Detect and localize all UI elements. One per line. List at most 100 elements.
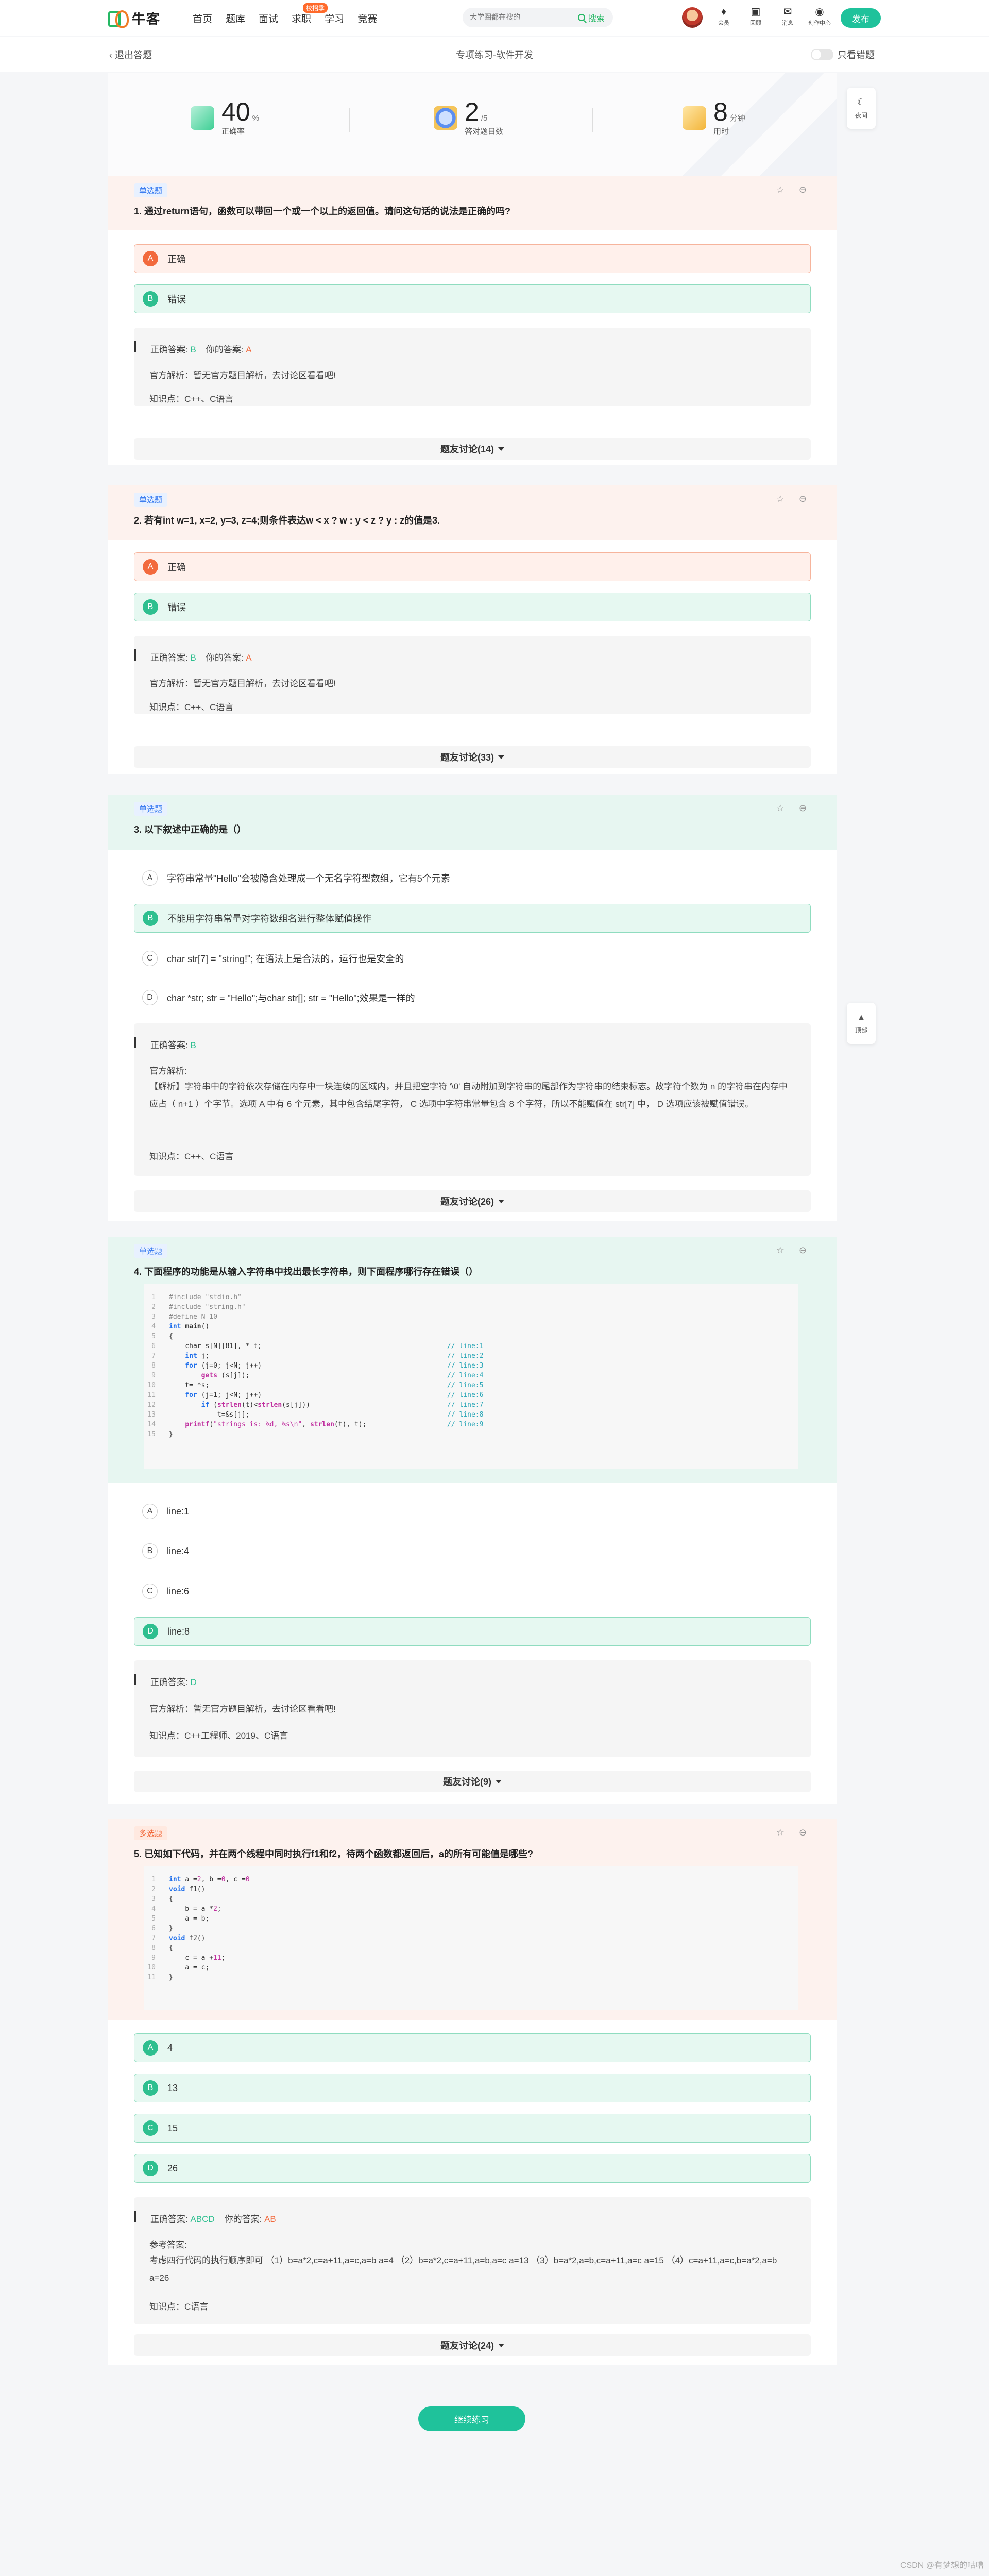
more-icon[interactable]: ⊖	[799, 184, 807, 195]
stat-answered: 2/5 答对题目数	[434, 99, 503, 137]
knowledge-points: 知识点：C++、C语言	[149, 702, 234, 712]
option-a[interactable]: Aline:1	[134, 1497, 811, 1526]
knowledge-points: 知识点：C++、C语言	[149, 1152, 234, 1161]
question-header: 单选题 ☆ ⊖ 1. 通过return语句，函数可以带回一个或一个以上的返回值。请…	[108, 176, 837, 230]
nav-contest[interactable]: 竞赛	[357, 11, 377, 25]
nav-question-bank[interactable]: 题库	[226, 11, 245, 25]
option-text: line:1	[167, 1506, 190, 1517]
nav-study[interactable]: 学习	[325, 11, 344, 25]
nav-job[interactable]: 求职 校招季	[292, 3, 328, 25]
more-icon[interactable]: ⊖	[799, 803, 807, 814]
time-unit: 分钟	[729, 114, 745, 123]
wrong-only-label: 只看错题	[838, 50, 875, 60]
nav-home[interactable]: 首页	[193, 11, 212, 25]
question-title: 5. 已知如下代码，并在两个线程中同时执行f1和f2，待两个函数都返回后，a的所…	[134, 1849, 534, 1859]
answer-line: 正确答案: D	[150, 1675, 197, 1688]
option-text: line:4	[167, 1545, 190, 1556]
option-text: char str[7] = "string!"; 在语法上是合法的，运行也是安全…	[167, 954, 404, 964]
knowledge-points: 知识点：C++工程师、2019、C语言	[149, 1731, 288, 1741]
option-a[interactable]: A4	[134, 2033, 811, 2062]
option-letter: B	[143, 911, 158, 926]
option-letter: D	[143, 1624, 158, 1639]
header-icons: ♦ 会员 ▣ 回顾 ✉ 消息 ◉ 创作中心	[712, 5, 831, 27]
option-c[interactable]: C 15	[134, 2114, 811, 2143]
option-b[interactable]: Bline:4	[134, 1537, 811, 1565]
publish-button[interactable]: 发布	[841, 8, 881, 28]
logo-text: 牛客	[132, 11, 161, 27]
back-to-top-label: 顶部	[855, 1026, 867, 1034]
option-c[interactable]: Cline:6	[134, 1577, 811, 1606]
question-card-3: 单选题 ☆ ⊖ 3. 以下叙述中正确的是（） A 字符串常量"Hello"会被隐含处…	[108, 795, 837, 1221]
discussion-toggle[interactable]: 题友讨论(24)	[134, 2334, 811, 2356]
knowledge-points: 知识点：C++、C语言	[149, 394, 234, 404]
option-text: 26	[167, 2163, 178, 2174]
discussion-label: 题友讨论(26)	[440, 1197, 494, 1207]
creator-center-button[interactable]: ◉ 创作中心	[808, 5, 831, 27]
option-text: 错误	[167, 294, 186, 305]
discussion-toggle[interactable]: 题友讨论(26)	[134, 1190, 811, 1212]
option-letter: B	[142, 1543, 158, 1559]
option-b[interactable]: B 错误	[134, 593, 811, 621]
favorite-icon[interactable]: ☆	[776, 1245, 785, 1256]
favorite-icon[interactable]: ☆	[776, 1827, 785, 1838]
option-text: 正确	[167, 562, 186, 573]
back-to-top-button[interactable]: ▲ 顶部	[847, 1003, 876, 1044]
option-a[interactable]: A 字符串常量"Hello"会被隐含处理成一个无名字符型数组，它有5个元素	[134, 864, 811, 893]
option-d[interactable]: Dline:8	[134, 1617, 811, 1646]
sub-header: ‹ 退出答题 专项练习-软件开发 只看错题	[0, 37, 989, 72]
analysis-title: 官方解析:	[149, 1066, 187, 1076]
option-a[interactable]: A 正确	[134, 552, 811, 581]
correct-answer: B	[190, 345, 196, 355]
wrong-only-toggle[interactable]: 只看错题	[811, 48, 875, 61]
night-mode-button[interactable]: ☾ 夜间	[847, 88, 876, 129]
discussion-toggle[interactable]: 题友讨论(14)	[134, 438, 811, 460]
answer-line: 正确答案: B	[150, 1038, 196, 1051]
accuracy-label: 正确率	[221, 127, 245, 136]
code-block: 1 int a = 2, b = 0, c = 0 2 void f1() 3{ 4…	[144, 1866, 798, 2010]
answer-panel: 正确答案: B 你的答案: A 官方解析：暂无官方题目解析，去讨论区看看吧! 知…	[134, 636, 811, 714]
logo[interactable]: 牛客	[107, 8, 161, 28]
search-button[interactable]: 搜索	[570, 8, 613, 27]
option-letter: A	[142, 1504, 158, 1519]
analysis-text: 官方解析：暂无官方题目解析，去讨论区看看吧!	[149, 679, 336, 688]
correct-answer: B	[190, 653, 196, 663]
option-d[interactable]: Dchar *str; str = "Hello";与char str[]; s…	[134, 983, 811, 1012]
caret-down-icon	[498, 755, 504, 759]
option-letter: A	[142, 870, 158, 886]
option-text: 正确	[167, 254, 186, 264]
option-d[interactable]: D 26	[134, 2154, 811, 2183]
avatar[interactable]	[682, 7, 703, 28]
option-b[interactable]: B 13	[134, 2074, 811, 2102]
option-letter: C	[142, 1584, 158, 1599]
answer-marker	[134, 341, 136, 352]
favorite-icon[interactable]: ☆	[776, 494, 785, 504]
review-button[interactable]: ▣ 回顾	[744, 5, 767, 27]
nav-interview[interactable]: 面试	[259, 11, 278, 25]
option-a[interactable]: A 正确	[134, 244, 811, 273]
option-b[interactable]: B 不能用字符串常量对字符数组名进行整体赋值操作	[134, 904, 811, 933]
correct-answer-label: 正确答案:	[150, 2214, 188, 2224]
option-b[interactable]: B 错误	[134, 284, 811, 313]
favorite-icon[interactable]: ☆	[776, 803, 785, 814]
option-c[interactable]: Cchar str[7] = "string!"; 在语法上是合法的，运行也是安…	[134, 944, 811, 973]
vip-button[interactable]: ♦ 会员	[712, 5, 735, 27]
more-icon[interactable]: ⊖	[799, 1245, 807, 1256]
messages-button[interactable]: ✉ 消息	[776, 5, 799, 27]
option-text: 13	[167, 2082, 178, 2093]
code-block: 1 #include "stdio.h" 2 #include "string.h"…	[144, 1284, 798, 1469]
option-letter: B	[143, 291, 158, 307]
favorite-icon[interactable]: ☆	[776, 184, 785, 195]
option-text: line:8	[167, 1626, 190, 1637]
correct-answer-label: 正确答案:	[150, 653, 188, 663]
option-text: 4	[167, 2042, 173, 2053]
answer-marker	[134, 2211, 136, 2222]
discussion-toggle[interactable]: 题友讨论(33)	[134, 746, 811, 768]
more-icon[interactable]: ⊖	[799, 494, 807, 504]
main-nav: 首页 题库 面试 求职 校招季 学习 竞赛	[193, 3, 377, 25]
toggle-switch[interactable]	[811, 49, 833, 60]
discussion-toggle[interactable]: 题友讨论(9)	[134, 1771, 811, 1792]
search-input[interactable]	[470, 13, 557, 21]
continue-practice-button[interactable]: 继续练习	[418, 2406, 525, 2431]
time-value: 8	[713, 97, 728, 126]
more-icon[interactable]: ⊖	[799, 1827, 807, 1838]
